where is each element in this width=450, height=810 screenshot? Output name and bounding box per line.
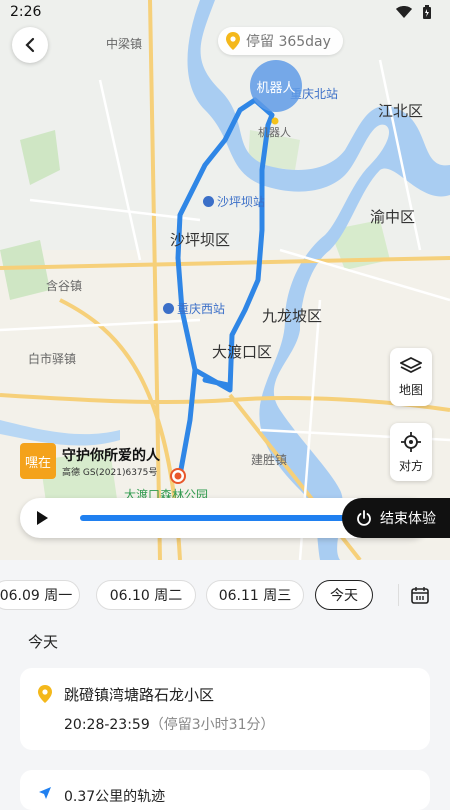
play-button[interactable]: [32, 508, 52, 528]
layers-icon: [400, 356, 422, 373]
map-label-robot-sub: 机器人: [258, 126, 291, 139]
day-chip-today[interactable]: 今天: [315, 580, 373, 610]
calendar-button[interactable]: [398, 584, 441, 606]
play-icon: [37, 511, 48, 525]
location-pin-icon: [38, 685, 52, 703]
end-trial-label: 结束体验: [380, 511, 436, 527]
map-label-yuzhong: 渝中区: [370, 208, 416, 226]
map-label-dadukou: 大渡口区: [212, 343, 273, 361]
rail-station-icon: [163, 303, 174, 314]
calendar-icon: [411, 587, 429, 604]
end-trial-button[interactable]: 结束体验: [342, 498, 450, 538]
playback-progress-slider[interactable]: [80, 515, 370, 521]
map-label-hanggu: 含谷镇: [46, 279, 83, 293]
robot-location-marker[interactable]: 机器人: [250, 60, 302, 112]
track-distance: 0.37公里的轨迹: [64, 789, 166, 805]
map-license: 高德 GS(2021)6375号: [62, 467, 158, 478]
location-pin-icon: [226, 32, 240, 50]
stay-time-range: 20:28-23:59: [64, 717, 150, 733]
map-layer-label: 地图: [398, 382, 423, 397]
map-label-chongqing-west: 重庆西站: [163, 300, 225, 317]
status-bar: 2:26: [0, 0, 450, 26]
status-time: 2:26: [10, 4, 42, 20]
battery-icon: [423, 5, 431, 19]
stay-address: 跳磴镇湾塘路石龙小区: [64, 686, 215, 704]
day-selector: 06.09 周一 06.10 周二 06.11 周三 今天: [0, 576, 450, 614]
stay-duration: （停留3小时31分）: [149, 717, 275, 733]
status-icons: [396, 5, 432, 19]
map-label-jiangbei: 江北区: [378, 102, 424, 120]
section-title: 今天: [28, 633, 59, 651]
map-label-jiansheng: 建胜镇: [251, 453, 288, 467]
day-chip-0610[interactable]: 06.10 周二: [96, 580, 196, 610]
power-icon: [357, 510, 371, 526]
map-label-shapingba-station: 沙坪坝站: [203, 193, 265, 210]
back-button[interactable]: [12, 27, 48, 63]
day-chip-0609[interactable]: 06.09 周一: [0, 580, 80, 610]
brand-slogan: 守护你所爱的人: [62, 447, 160, 464]
robot-marker-label: 机器人: [256, 80, 296, 96]
brand-banner: 嘿在 守护你所爱的人 高德 GS(2021)6375号: [20, 443, 160, 479]
map-label-shapingba: 沙坪坝区: [170, 231, 231, 249]
app-logo: 嘿在: [20, 443, 56, 479]
stay-duration-text: 停留 365day: [246, 34, 331, 50]
map-label-zhongliang: 中梁镇: [106, 37, 143, 51]
stay-duration-pill: 停留 365day: [218, 27, 343, 55]
stay-record-card[interactable]: 跳磴镇湾塘路石龙小区 20:28-23:59（停留3小时31分）: [20, 668, 430, 750]
day-chip-0611[interactable]: 06.11 周三: [206, 580, 304, 610]
map-layer-button[interactable]: 地图: [390, 348, 432, 406]
navigation-arrow-icon: [39, 787, 51, 799]
map-label-baishiyi: 白市驿镇: [28, 352, 77, 366]
rail-station-icon: [203, 196, 214, 207]
map-label-jiulongpo: 九龙坡区: [262, 307, 323, 325]
stay-time: 20:28-23:59（停留3小时31分）: [64, 714, 274, 734]
partner-label: 对方: [398, 458, 423, 473]
crosshair-icon: [401, 431, 421, 452]
chevron-left-icon: [25, 37, 35, 53]
track-record-card[interactable]: 0.37公里的轨迹: [20, 770, 430, 810]
partner-location-button[interactable]: 对方: [390, 423, 432, 481]
wifi-icon: [396, 6, 412, 18]
